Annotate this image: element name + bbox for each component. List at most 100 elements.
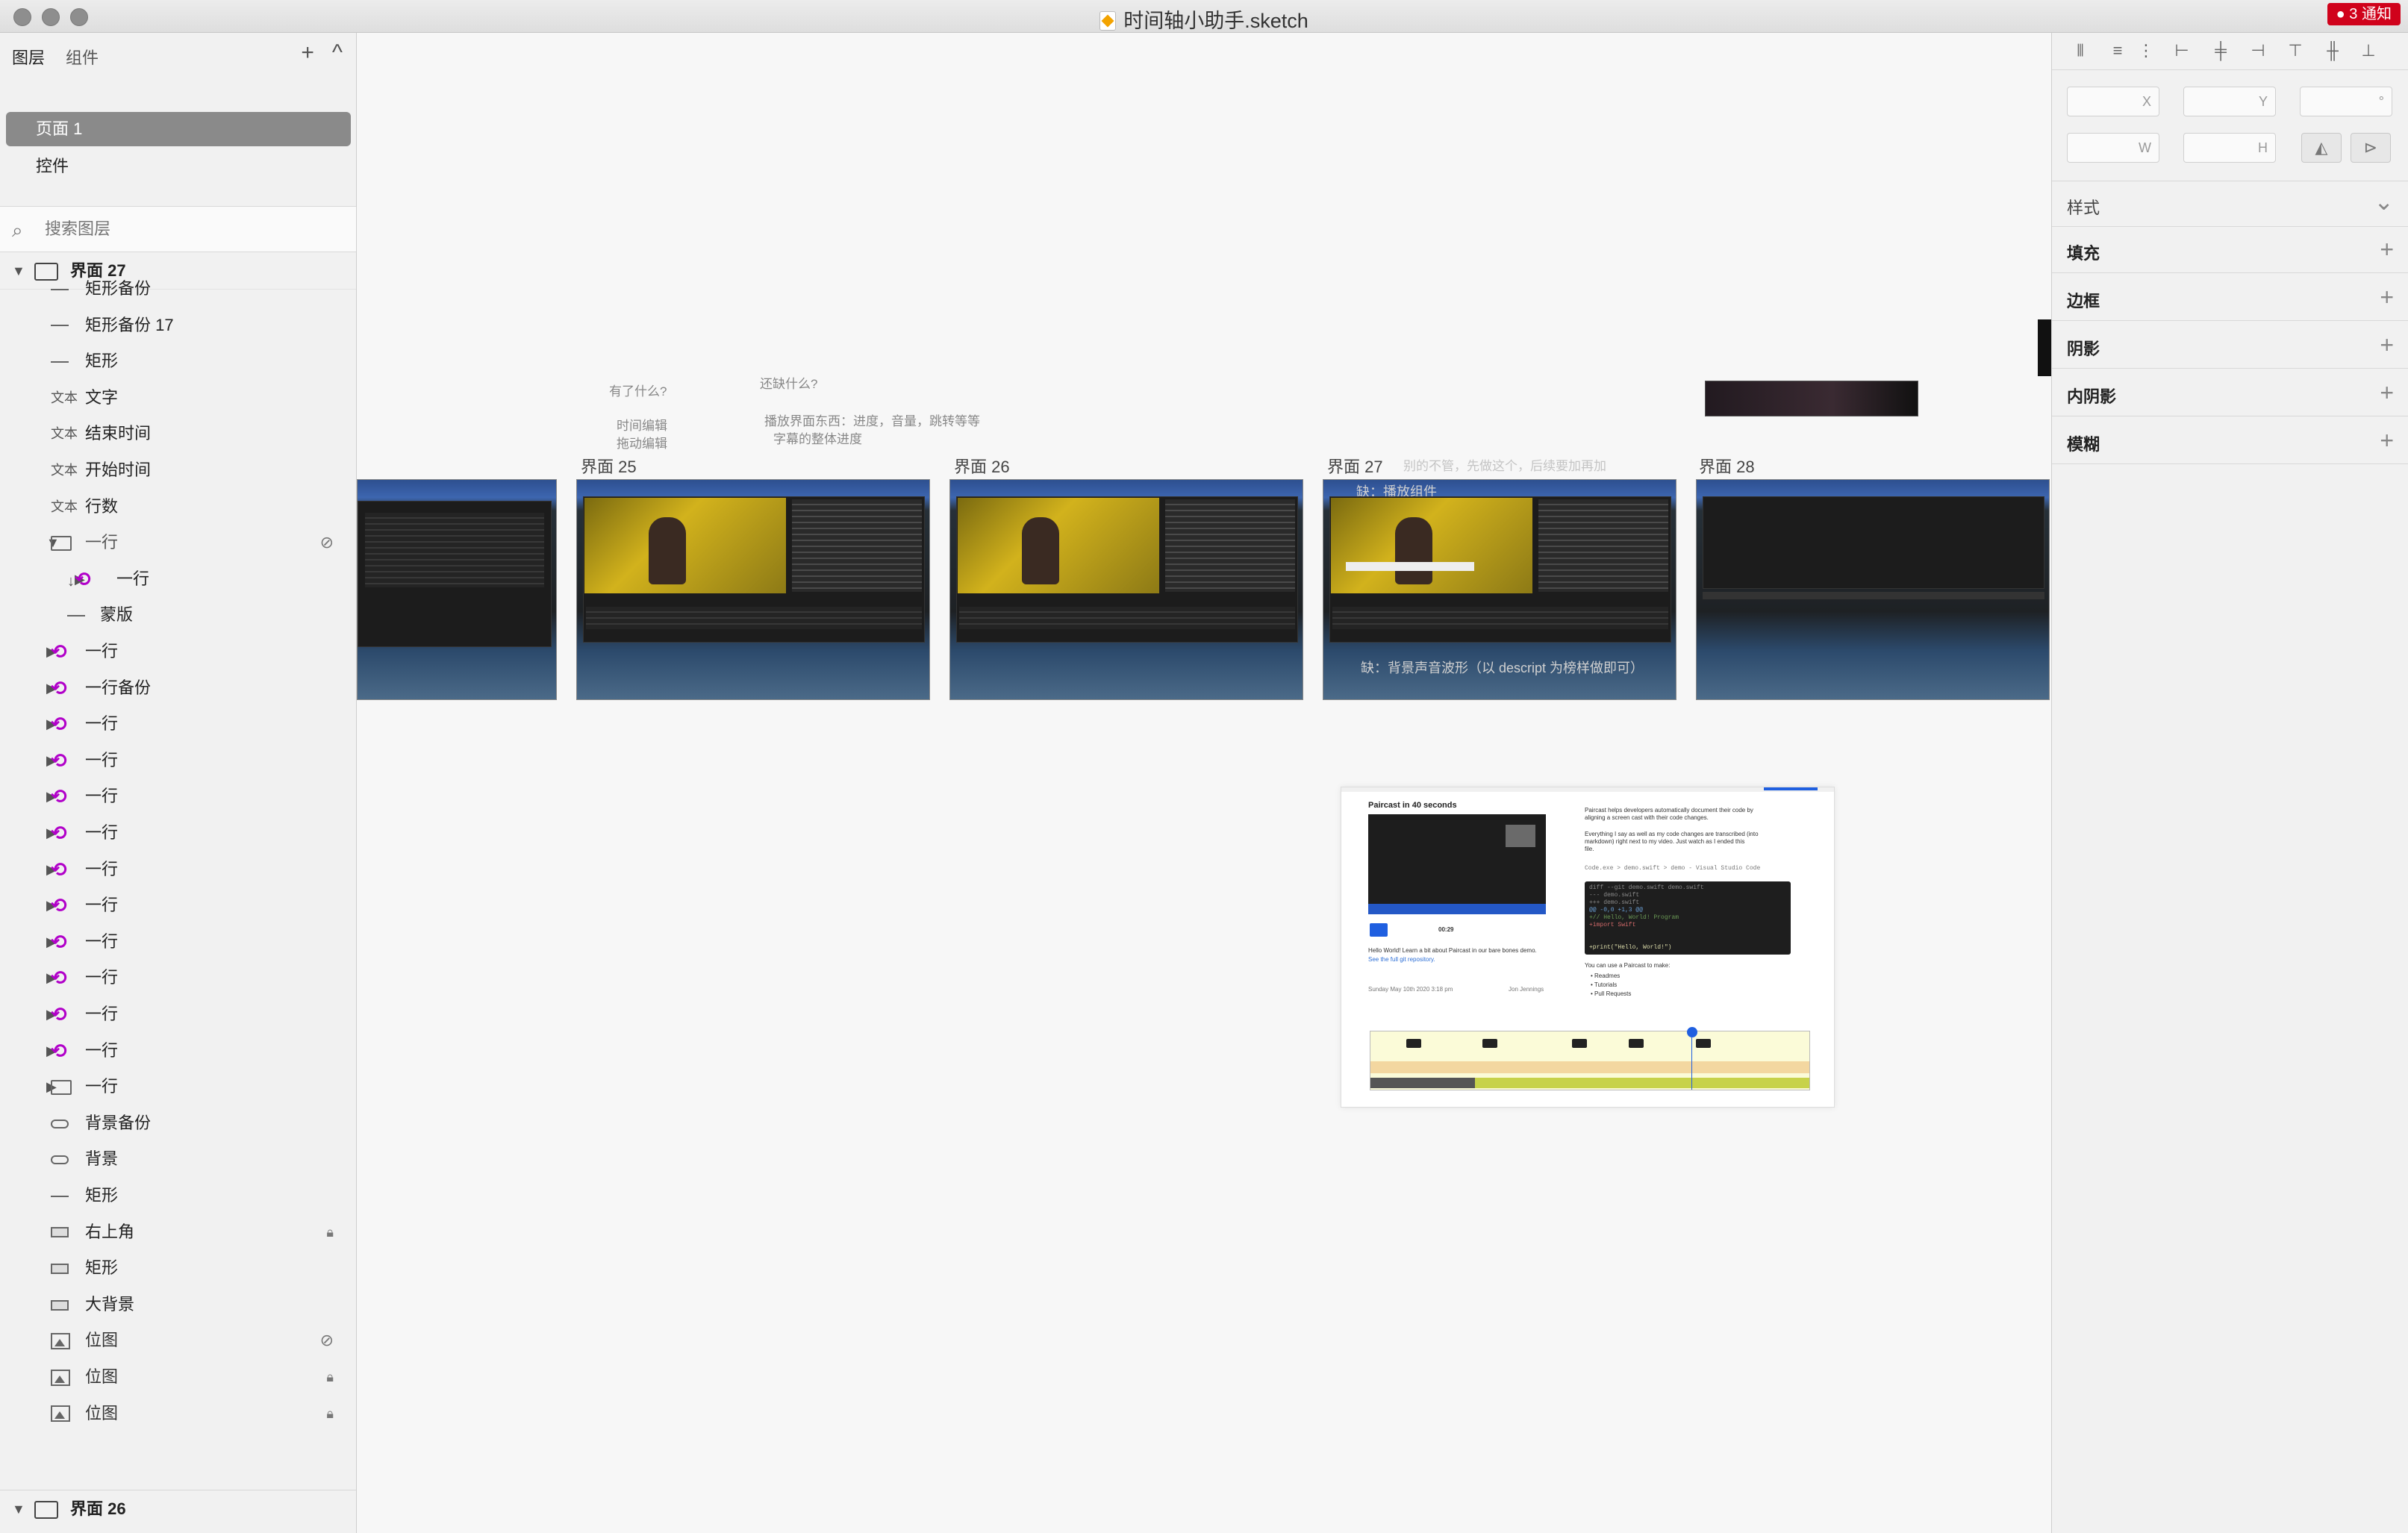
sketch-window: 时间轴小助手.sketch ● 3 通知 图层组件 +^ 页面 1 控件 ⌕ ▼… — [0, 0, 2408, 1533]
align-icon[interactable]: ⊥ — [2358, 40, 2379, 61]
align-icon[interactable]: ⊢ — [2171, 40, 2192, 61]
x-field[interactable]: X — [2067, 87, 2159, 116]
artboard-26[interactable] — [949, 479, 1303, 700]
chevron-down-icon[interactable]: ⌄ — [2374, 187, 2394, 216]
add-style-button[interactable]: + — [2380, 379, 2394, 407]
add-page-button[interactable]: + — [301, 40, 314, 65]
style-section-row[interactable]: 模糊 + — [2052, 418, 2408, 464]
layer-row[interactable]: 矩形备份 17 — [0, 307, 356, 344]
subtitle-rows — [1538, 499, 1668, 592]
layer-row[interactable]: 矩形 — [0, 1177, 356, 1214]
artboard-partial-24[interactable] — [357, 479, 557, 700]
notifications-badge[interactable]: ● 3 通知 — [2327, 3, 2401, 25]
style-header-row[interactable]: 样式 ⌄ — [2052, 181, 2408, 227]
doc-see-link[interactable]: See the full git repository. — [1368, 956, 1435, 963]
layer-row[interactable]: 文本 开始时间 — [0, 452, 356, 489]
align-icon[interactable]: ⋮ — [2136, 40, 2156, 61]
layer-row[interactable]: 背景备份 — [0, 1105, 356, 1142]
timeline-playhead[interactable] — [1687, 1027, 1697, 1037]
add-style-button[interactable]: + — [2380, 284, 2394, 311]
layer-row[interactable]: 蒙版 — [0, 596, 356, 634]
layer-row[interactable]: ▶ ⟲ 一行 — [0, 633, 356, 670]
collapse-pages-button[interactable]: ^ — [332, 40, 343, 65]
hidden-eye-icon[interactable]: ⊘ — [320, 1322, 334, 1359]
layer-row[interactable]: 右上角 🔒︎ — [0, 1214, 356, 1251]
style-section-row[interactable]: 内阴影 + — [2052, 370, 2408, 416]
rotation-field[interactable]: ° — [2300, 87, 2392, 116]
disclosure-open-icon[interactable]: ▼ — [12, 1490, 25, 1528]
style-section-row[interactable]: 阴影 + — [2052, 322, 2408, 369]
add-style-button[interactable]: + — [2380, 236, 2394, 263]
layer-row[interactable]: ▶ ⟲ 一行 — [0, 742, 356, 779]
layer-row[interactable]: ▶ ⟲ 一行 — [0, 814, 356, 852]
timeline-marker[interactable] — [1696, 1039, 1711, 1048]
timeline-marker[interactable] — [1629, 1039, 1644, 1048]
timeline-marker[interactable] — [1482, 1039, 1497, 1048]
hidden-eye-icon[interactable]: ⊘ — [320, 524, 334, 561]
add-style-button[interactable]: + — [2380, 427, 2394, 455]
tab-layers[interactable]: 图层 — [12, 49, 45, 67]
layer-row[interactable]: ▶ ⟲ 一行 — [0, 705, 356, 743]
layer-row[interactable]: ▶ ↓⟲ 一行 — [0, 561, 356, 598]
layer-row[interactable]: 矩形备份 — [0, 270, 356, 307]
layer-row[interactable]: 矩形 — [0, 1249, 356, 1287]
layer-row[interactable]: ▶ ⟲ 一行 — [0, 1032, 356, 1070]
align-icon[interactable]: ⊣ — [2248, 40, 2268, 61]
video-thumbnail-strip[interactable] — [1705, 381, 1918, 416]
doc-play-button[interactable] — [1370, 923, 1388, 937]
artboard-label-26[interactable]: 界面 26 — [954, 454, 1010, 478]
layer-row[interactable]: 文本 结束时间 — [0, 415, 356, 452]
layer-row[interactable]: ▶ 一行 — [0, 1068, 356, 1105]
page-item-1[interactable]: 页面 1 — [6, 112, 351, 146]
doc-video[interactable] — [1368, 814, 1546, 914]
layer-row[interactable]: 背景 — [0, 1140, 356, 1178]
align-icon[interactable]: ≡ — [2107, 40, 2128, 61]
layer-row[interactable]: ▶ ⟲ 一行 — [0, 778, 356, 815]
artboard-label-27[interactable]: 界面 27 — [1327, 454, 1383, 478]
artboard-label-28[interactable]: 界面 28 — [1699, 454, 1755, 478]
lock-icon[interactable]: 🔒︎ — [326, 1395, 334, 1432]
align-icon[interactable]: ╪ — [2210, 40, 2231, 61]
layer-row[interactable]: ▶ ⟲ 一行备份 — [0, 669, 356, 707]
add-style-button[interactable]: + — [2380, 331, 2394, 359]
layer-row[interactable]: 文本 文字 — [0, 379, 356, 416]
artboard-label-25[interactable]: 界面 25 — [581, 454, 637, 478]
layer-row[interactable]: ▶ ⟲ 一行 — [0, 996, 356, 1033]
layer-row[interactable]: ▼ 一行 ⊘ — [0, 524, 356, 561]
doc-timeline[interactable] — [1370, 1027, 1810, 1090]
artboard-27[interactable]: 缺：播放组件 缺：背景声音波形（以 descript 为榜样做即可） — [1323, 479, 1676, 700]
layer-row[interactable]: 矩形 — [0, 343, 356, 380]
lock-icon[interactable]: 🔒︎ — [326, 1214, 334, 1251]
y-field[interactable]: Y — [2183, 87, 2276, 116]
layer-row[interactable]: ▶ ⟲ 一行 — [0, 851, 356, 888]
layer-row[interactable]: 位图 🔒︎ — [0, 1358, 356, 1396]
align-icon[interactable]: ╫ — [2322, 40, 2343, 61]
paircast-reference-screenshot[interactable]: Paircast in 40 seconds 00:29 Hello World… — [1341, 787, 1835, 1108]
timeline-marker[interactable] — [1572, 1039, 1587, 1048]
layer-row[interactable]: 位图 ⊘ — [0, 1322, 356, 1359]
layer-row[interactable]: 位图 🔒︎ — [0, 1395, 356, 1432]
layer-artboard[interactable]: ▼ 界面 26 — [0, 1490, 356, 1527]
align-icon[interactable]: ⫴ — [2070, 40, 2091, 61]
layer-row[interactable]: ▶ ⟲ 一行 — [0, 923, 356, 961]
style-section-row[interactable]: 填充 + — [2052, 227, 2408, 273]
canvas[interactable]: 有了什么? 时间编辑 拖动编辑 还缺什么? 播放界面东西：进度，音量，跳转等等 … — [357, 33, 2051, 1533]
layer-row[interactable]: ▶ ⟲ 一行 — [0, 887, 356, 924]
doc-path: Code.exe > demo.swift > demo - Visual St… — [1585, 865, 1761, 872]
flip-horizontal-button[interactable]: ◭ — [2301, 133, 2342, 163]
lock-icon[interactable]: 🔒︎ — [326, 1358, 334, 1396]
flip-vertical-button[interactable]: ⊳ — [2351, 133, 2391, 163]
artboard-25[interactable] — [576, 479, 930, 700]
search-input[interactable] — [45, 216, 343, 243]
width-field[interactable]: W — [2067, 133, 2159, 163]
layer-row[interactable]: 文本 行数 — [0, 488, 356, 525]
layer-row[interactable]: 大背景 — [0, 1286, 356, 1323]
timeline-marker[interactable] — [1406, 1039, 1421, 1048]
tab-components[interactable]: 组件 — [66, 49, 99, 67]
height-field[interactable]: H — [2183, 133, 2276, 163]
page-item-controls[interactable]: 控件 — [6, 149, 351, 184]
artboard-28[interactable] — [1696, 479, 2050, 700]
layer-row[interactable]: ▶ ⟲ 一行 — [0, 959, 356, 996]
align-icon[interactable]: ⊤ — [2285, 40, 2306, 61]
style-section-row[interactable]: 边框 + — [2052, 275, 2408, 321]
